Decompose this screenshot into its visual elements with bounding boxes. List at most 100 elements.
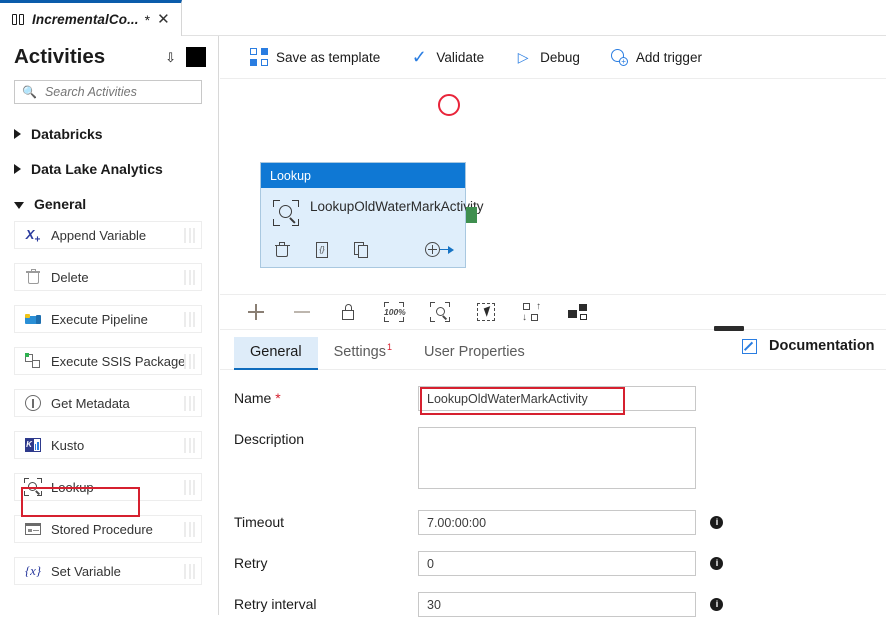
sidebar-group-data-lake-analytics[interactable]: Data Lake Analytics xyxy=(0,151,218,186)
sidebar-item-set-variable[interactable]: {x} Set Variable xyxy=(14,557,202,585)
play-triangle-icon: ▷ xyxy=(514,48,532,66)
pipeline-canvas[interactable]: Lookup LookupOldWaterMarkActivity {} xyxy=(220,79,886,294)
drag-handle[interactable] xyxy=(184,270,195,285)
success-output-port[interactable] xyxy=(466,207,477,223)
documentation-label: Documentation xyxy=(769,338,875,354)
retry-interval-label: Retry interval xyxy=(234,592,418,612)
documentation-link[interactable]: Documentation xyxy=(742,338,875,354)
document-tab-incrementalcopy[interactable]: IncrementalCo... * ✕ xyxy=(0,0,182,36)
auto-align-icon[interactable]: ↑↓ xyxy=(522,302,542,322)
pipeline-icon xyxy=(12,14,26,25)
plus-icon[interactable] xyxy=(246,302,266,322)
activity-node-lookup[interactable]: Lookup LookupOldWaterMarkActivity {} xyxy=(260,162,466,268)
tab-general[interactable]: General xyxy=(234,337,318,369)
sidebar-item-label: Delete xyxy=(51,270,89,285)
tab-settings[interactable]: Settings1 xyxy=(318,335,408,369)
page-title: Activities xyxy=(14,45,155,69)
sidebar-item-stored-procedure[interactable]: Stored Procedure xyxy=(14,515,202,543)
field-row-timeout: Timeout i xyxy=(220,510,886,535)
lock-icon[interactable] xyxy=(338,302,358,322)
drag-handle[interactable] xyxy=(184,312,195,327)
drag-handle[interactable] xyxy=(184,438,195,453)
checkmark-icon: ✓ xyxy=(410,48,428,66)
retry-input[interactable] xyxy=(418,551,696,576)
panel-indicator-square xyxy=(186,47,206,67)
validate-button[interactable]: ✓ Validate xyxy=(410,48,484,66)
search-activities-box[interactable]: 🔍 xyxy=(14,80,202,104)
marquee-select-icon[interactable] xyxy=(476,302,496,322)
timeout-control: i xyxy=(418,510,723,535)
lookup-icon xyxy=(24,478,42,496)
code-braces-icon[interactable]: {} xyxy=(313,241,331,259)
drag-handle[interactable] xyxy=(184,522,195,537)
sidebar-item-label: Stored Procedure xyxy=(51,522,153,537)
sidebar-item-get-metadata[interactable]: Get Metadata xyxy=(14,389,202,417)
double-chevron-down-icon[interactable]: ⇩ xyxy=(165,51,176,64)
zoom-100-icon[interactable]: 100% xyxy=(384,302,404,322)
sidebar-item-label: Get Metadata xyxy=(51,396,130,411)
trash-icon[interactable] xyxy=(273,241,291,259)
drag-handle[interactable] xyxy=(184,396,195,411)
template-icon xyxy=(250,48,268,66)
group-shapes-icon[interactable] xyxy=(568,302,588,322)
tab-general-label: General xyxy=(250,344,302,360)
red-circle-annotation xyxy=(438,94,460,116)
debug-label: Debug xyxy=(540,50,580,65)
sidebar-item-label: Execute SSIS Package xyxy=(51,354,185,369)
drag-handle[interactable] xyxy=(184,480,195,495)
close-icon[interactable]: ✕ xyxy=(156,12,171,27)
name-input[interactable] xyxy=(418,386,696,411)
drag-handle[interactable] xyxy=(184,354,195,369)
sidebar-group-label: Data Lake Analytics xyxy=(31,161,163,177)
sidebar-item-append-variable[interactable]: X+ Append Variable xyxy=(14,221,202,249)
minus-icon[interactable] xyxy=(292,302,312,322)
document-tab-strip: IncrementalCo... * ✕ xyxy=(0,0,886,36)
set-variable-icon: {x} xyxy=(24,562,42,580)
sidebar-group-label: General xyxy=(34,196,86,212)
sidebar-item-lookup[interactable]: Lookup xyxy=(14,473,202,501)
retry-interval-control: i xyxy=(418,592,723,617)
sidebar-item-execute-ssis-package[interactable]: Execute SSIS Package xyxy=(14,347,202,375)
drag-handle[interactable] xyxy=(184,564,195,579)
save-as-template-button[interactable]: Save as template xyxy=(250,48,380,66)
search-input[interactable] xyxy=(43,84,194,100)
zoom-fit-icon[interactable] xyxy=(430,302,450,322)
timeout-input[interactable] xyxy=(418,510,696,535)
kusto-icon: K xyxy=(24,436,42,454)
add-trigger-button[interactable]: + Add trigger xyxy=(610,48,702,66)
sidebar-group-general[interactable]: General xyxy=(0,186,218,221)
sidebar-group-databricks[interactable]: Databricks xyxy=(0,116,218,151)
chevron-right-icon xyxy=(14,129,21,139)
save-as-template-label: Save as template xyxy=(276,50,380,65)
activity-type-label: Lookup xyxy=(270,169,311,183)
name-control xyxy=(418,386,696,411)
chevron-down-icon xyxy=(14,202,24,209)
sidebar-item-label: Append Variable xyxy=(51,228,146,243)
debug-button[interactable]: ▷ Debug xyxy=(514,48,580,66)
tab-user-properties-label: User Properties xyxy=(424,344,525,360)
tab-settings-label: Settings xyxy=(334,344,386,360)
info-icon[interactable]: i xyxy=(710,516,723,529)
info-icon[interactable]: i xyxy=(710,598,723,611)
zoom-level-label: 100% xyxy=(384,307,404,317)
append-variable-icon: X+ xyxy=(24,226,42,244)
activity-node-name: LookupOldWaterMarkActivity xyxy=(310,199,450,226)
tab-user-properties[interactable]: User Properties xyxy=(408,337,541,369)
retry-interval-input[interactable] xyxy=(418,592,696,617)
info-icon[interactable]: i xyxy=(710,557,723,570)
pipeline-toolbar: Save as template ✓ Validate ▷ Debug + Ad… xyxy=(220,36,886,79)
chevron-right-icon xyxy=(14,164,21,174)
copy-icon[interactable] xyxy=(353,241,371,259)
sidebar-item-delete[interactable]: Delete xyxy=(14,263,202,291)
add-trigger-icon: + xyxy=(610,48,628,66)
drag-handle[interactable] xyxy=(184,228,195,243)
resize-handle[interactable] xyxy=(714,326,744,331)
description-textarea[interactable] xyxy=(418,427,696,489)
add-arrow-icon[interactable] xyxy=(425,241,455,259)
external-link-icon xyxy=(742,339,757,354)
settings-error-badge: 1 xyxy=(387,342,392,352)
sidebar-item-execute-pipeline[interactable]: Execute Pipeline xyxy=(14,305,202,333)
get-metadata-icon xyxy=(24,394,42,412)
field-row-name: Name * Documentation xyxy=(220,386,886,411)
sidebar-item-kusto[interactable]: K Kusto xyxy=(14,431,202,459)
